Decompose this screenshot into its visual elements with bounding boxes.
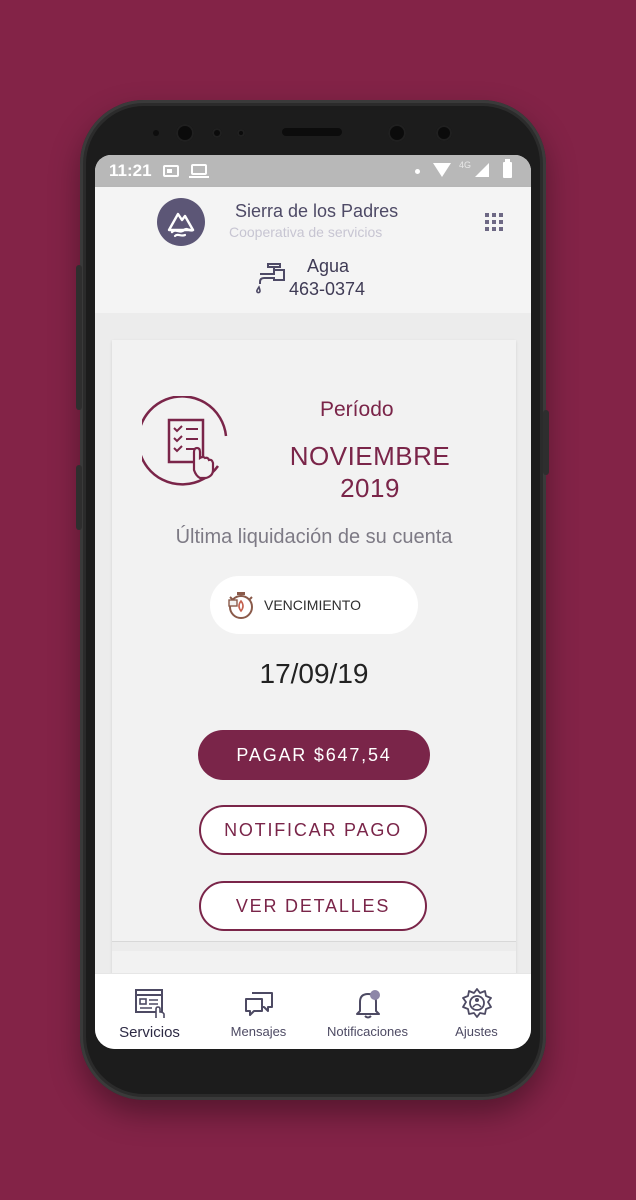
phone-sensor xyxy=(153,130,159,136)
bill-description: Última liquidación de su cuenta xyxy=(175,526,453,548)
due-date-label: VENCIMIENTO xyxy=(264,597,361,613)
app-screen: 11:21 4G Sierra de los Padres Cooperativ… xyxy=(95,155,531,1049)
nav-item-servicios[interactable]: Servicios xyxy=(95,974,204,1049)
bell-icon xyxy=(352,986,384,1020)
phone-side-button xyxy=(76,465,82,530)
phone-sensor xyxy=(237,129,245,137)
phone-sensor xyxy=(436,125,452,141)
phone-sensor xyxy=(212,128,222,138)
stopwatch-icon xyxy=(228,592,253,619)
org-name: Sierra de los Padres xyxy=(235,201,399,221)
phone-side-button xyxy=(543,410,549,475)
phone-side-button xyxy=(76,265,82,410)
laptop-notification-icon xyxy=(189,164,209,178)
nav-label: Notificaciones xyxy=(327,1024,408,1039)
status-time: 11:21 xyxy=(109,161,152,180)
service-name: Agua xyxy=(307,256,350,276)
apps-grid-icon[interactable] xyxy=(485,213,503,231)
status-bar: 11:21 4G xyxy=(95,155,531,187)
battery-icon xyxy=(503,159,512,178)
front-camera xyxy=(176,124,194,142)
nav-item-mensajes[interactable]: Mensajes xyxy=(204,974,313,1049)
faucet-icon xyxy=(250,260,288,300)
nav-label: Ajustes xyxy=(455,1024,498,1039)
settings-gear-icon xyxy=(460,986,494,1020)
bill-card: Período NOVIEMBRE 2019 Última liquidació… xyxy=(112,340,516,1020)
period-year: 2019 xyxy=(340,473,400,503)
due-date-value: 17/09/19 xyxy=(259,658,369,689)
phone-sensor xyxy=(388,124,406,142)
wifi-icon xyxy=(433,163,451,177)
notification-dot-icon xyxy=(415,169,420,174)
services-icon xyxy=(134,986,166,1020)
org-subtitle: Cooperativa de servicios xyxy=(229,224,383,240)
pay-button[interactable]: PAGAR $647,54 xyxy=(198,730,430,780)
bottom-nav: Servicios Mensajes Notificaciones Ajuste… xyxy=(95,973,531,1049)
signal-icon xyxy=(475,163,489,177)
notify-payment-button[interactable]: NOTIFICAR PAGO xyxy=(199,805,427,855)
due-date-badge: VENCIMIENTO xyxy=(210,576,418,634)
logo-mountain-icon xyxy=(157,198,205,246)
network-type: 4G xyxy=(459,160,472,170)
period-label: Período xyxy=(320,398,394,421)
bill-content: Período NOVIEMBRE 2019 Última liquidació… xyxy=(95,313,531,1020)
nav-item-ajustes[interactable]: Ajustes xyxy=(422,974,531,1049)
period-value: NOVIEMBRE 2019 xyxy=(272,440,468,504)
period-month: NOVIEMBRE xyxy=(289,441,451,471)
image-notification-icon xyxy=(163,165,179,177)
invoice-touch-icon xyxy=(137,395,238,496)
nav-label: Servicios xyxy=(119,1024,180,1041)
earpiece-speaker xyxy=(282,128,342,136)
nav-item-notificaciones[interactable]: Notificaciones xyxy=(313,974,422,1049)
service-number: 463-0374 xyxy=(289,279,366,299)
messages-icon xyxy=(243,986,275,1020)
nav-label: Mensajes xyxy=(230,1024,287,1039)
next-card-edge xyxy=(112,941,516,951)
app-header: Sierra de los Padres Cooperativa de serv… xyxy=(95,187,531,313)
view-details-button[interactable]: VER DETALLES xyxy=(199,881,427,931)
